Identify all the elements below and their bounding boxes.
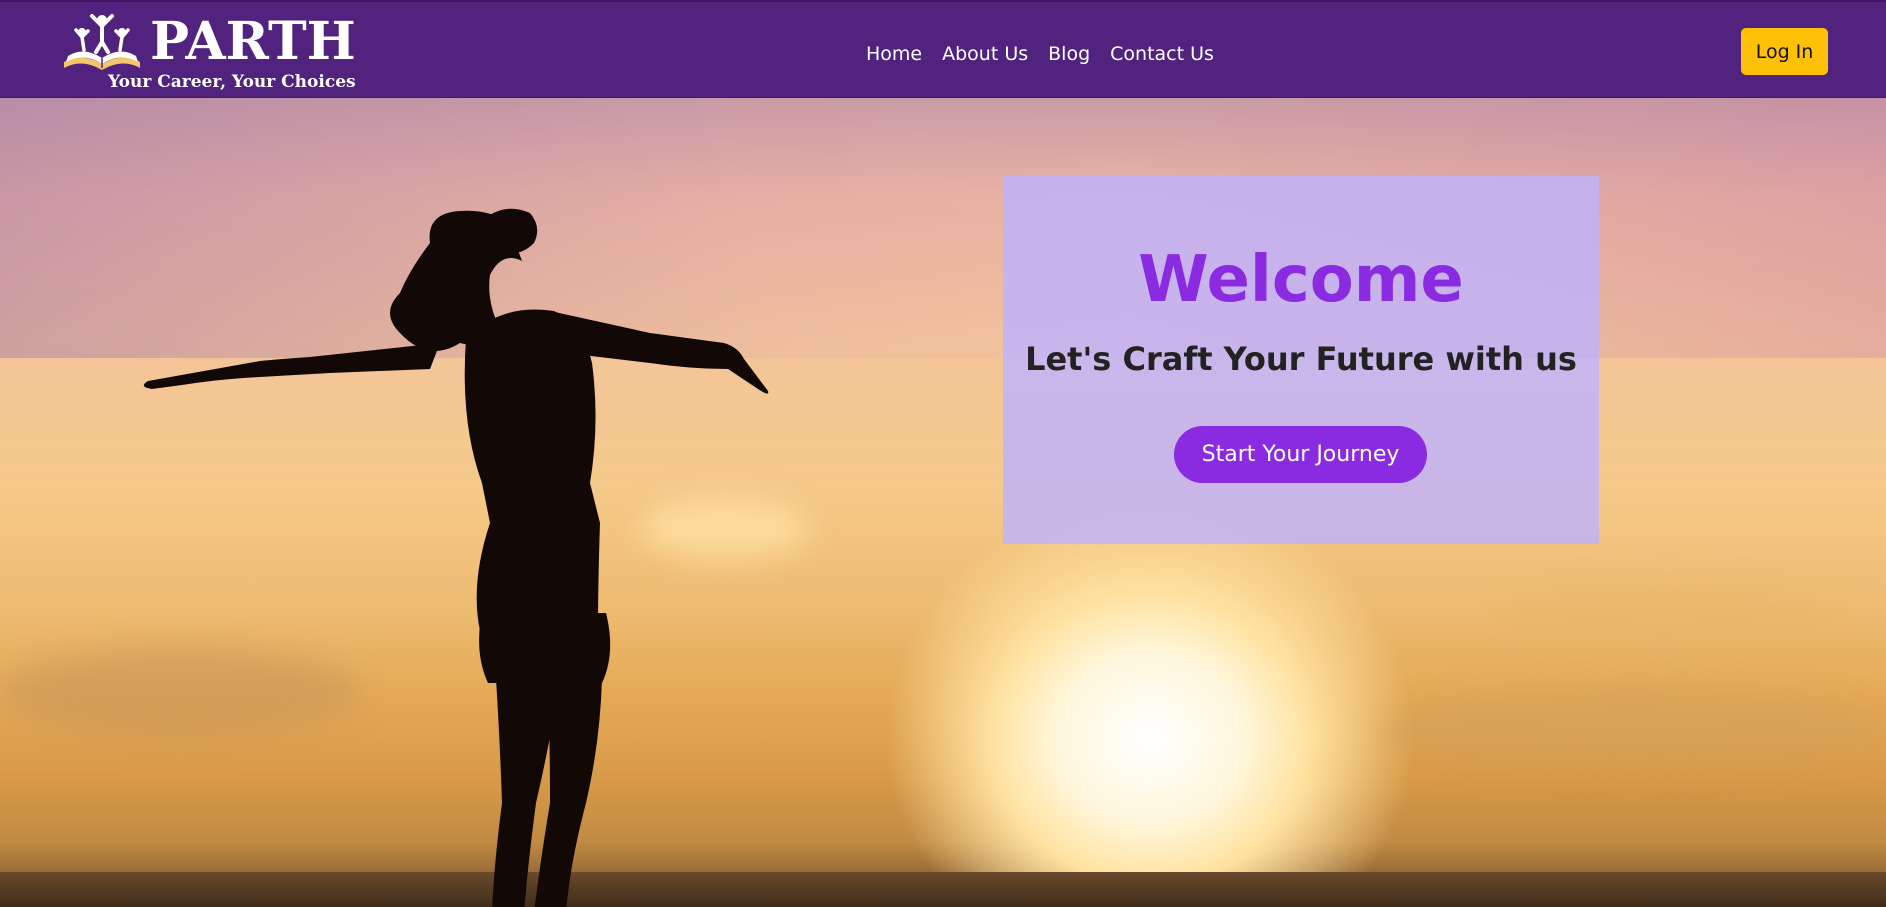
hero-section: Welcome Let's Craft Your Future with us … [0, 98, 1886, 907]
welcome-heading: Welcome [1138, 243, 1464, 317]
welcome-card: Welcome Let's Craft Your Future with us … [1003, 176, 1599, 544]
nav-link-contact-us[interactable]: Contact Us [1110, 43, 1214, 65]
nav-link-home[interactable]: Home [866, 43, 922, 65]
brand-tagline: Your Career, Your Choices [108, 72, 356, 92]
page: PARTH Your Career, Your Choices Home Abo… [0, 0, 1886, 907]
nav-links: Home About Us Blog Contact Us [866, 40, 1214, 68]
cloud [1500, 578, 1830, 648]
nav-link-blog[interactable]: Blog [1048, 43, 1090, 65]
navbar: PARTH Your Career, Your Choices Home Abo… [0, 0, 1886, 98]
cloud [1380, 688, 1886, 768]
welcome-subheading: Let's Craft Your Future with us [1025, 340, 1577, 378]
woman-silhouette [143, 208, 769, 907]
book-people-emblem-icon [64, 14, 140, 70]
start-journey-button[interactable]: Start Your Journey [1174, 426, 1427, 483]
brand-logo-link[interactable]: PARTH Your Career, Your Choices [62, 10, 356, 94]
brand-name: PARTH [150, 11, 356, 72]
login-button[interactable]: Log In [1741, 28, 1828, 75]
nav-link-about-us[interactable]: About Us [942, 43, 1028, 65]
